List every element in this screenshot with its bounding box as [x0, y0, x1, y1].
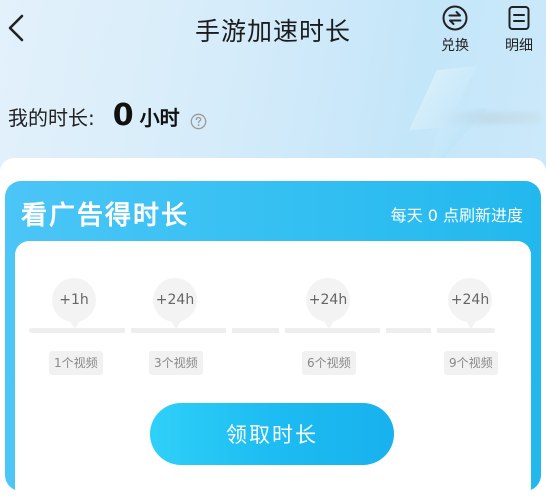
milestone-requirement: 1个视频 [49, 351, 103, 375]
exchange-label: 兑换 [441, 38, 469, 54]
track-divider [431, 328, 437, 333]
track-divider [279, 328, 285, 333]
help-icon[interactable] [190, 113, 207, 130]
duration-unit: 小时 [139, 106, 180, 130]
milestone-requirement: 6个视频 [302, 351, 356, 375]
exchange-icon [442, 5, 468, 31]
claim-duration-button[interactable]: 领取时长 [150, 403, 394, 465]
exchange-button[interactable]: 兑换 [430, 4, 480, 55]
milestone-reward: +1h [52, 278, 96, 329]
duration-label: 我的时长: [8, 106, 95, 130]
duration-summary: 我的时长: 0 小时 [8, 98, 207, 138]
progress-track [29, 328, 495, 333]
ad-task-title: 看广告得时长 [21, 201, 190, 231]
details-label: 明细 [505, 38, 533, 54]
milestone-requirement: 9个视频 [444, 351, 498, 375]
document-icon [508, 6, 530, 30]
track-divider [125, 328, 131, 333]
milestone-requirement: 3个视频 [149, 351, 203, 375]
milestone-reward: +24h [153, 278, 197, 329]
duration-value: 0 [112, 98, 134, 133]
header: 手游加速时长 兑换 明细 [0, 0, 546, 56]
masked-user-info [440, 112, 540, 124]
track-divider [380, 328, 386, 333]
milestone-reward: +24h [448, 278, 492, 329]
milestone-reward: +24h [306, 278, 350, 329]
ad-task-card: 看广告得时长 每天 0 点刷新进度 +1h +24h +24h +24h 1个视… [5, 181, 541, 501]
track-divider [226, 328, 232, 333]
details-button[interactable]: 明细 [494, 4, 544, 55]
refresh-note: 每天 0 点刷新进度 [390, 206, 523, 225]
